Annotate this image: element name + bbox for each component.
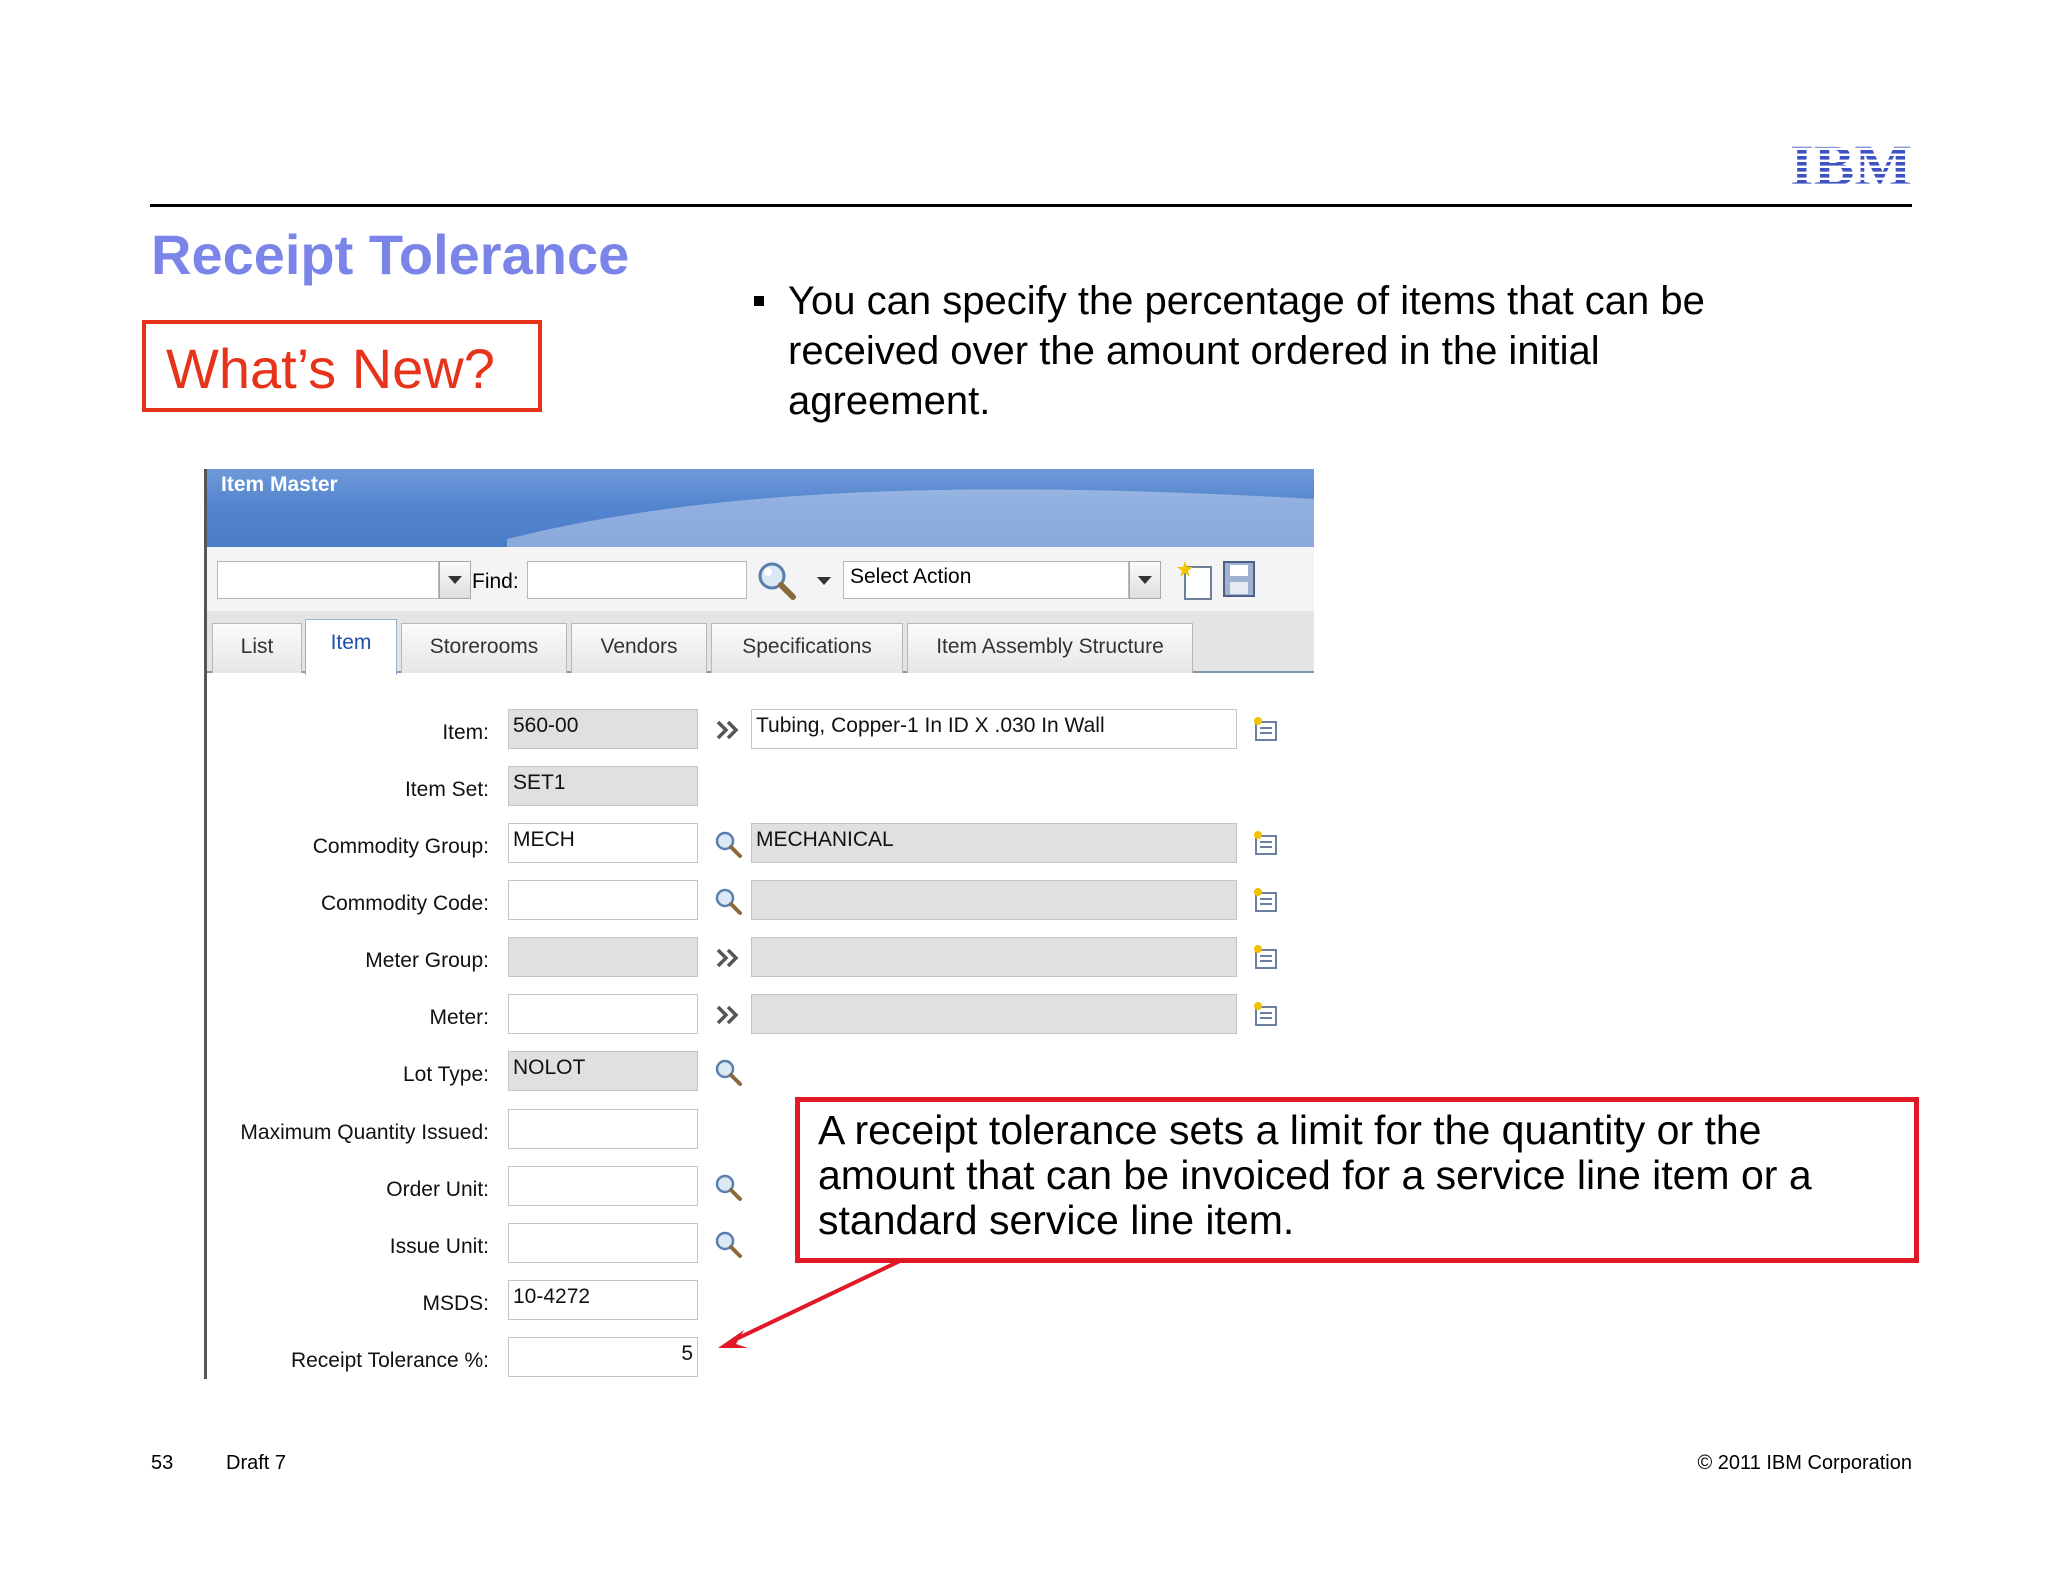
select-action-dropdown[interactable]: Select Action bbox=[843, 561, 1129, 599]
commodity-code-field[interactable] bbox=[508, 880, 698, 920]
maximum-quantity-issued-label: Maximum Quantity Issued: bbox=[240, 1121, 489, 1144]
new-record-icon[interactable] bbox=[1175, 557, 1215, 601]
tab-specifications[interactable]: Specifications bbox=[711, 623, 903, 673]
action-dropdown-arrow-icon[interactable] bbox=[817, 577, 831, 585]
meter-label: Meter: bbox=[429, 1006, 489, 1029]
slide-title: Receipt Tolerance bbox=[151, 223, 630, 286]
detail-menu-icon[interactable] bbox=[1251, 886, 1281, 916]
order-unit-field[interactable] bbox=[508, 1166, 698, 1206]
detail-menu-icon[interactable] bbox=[1251, 715, 1281, 745]
tab-item-assembly-structure[interactable]: Item Assembly Structure bbox=[907, 623, 1193, 673]
select-action-dropdown-button[interactable] bbox=[1129, 561, 1161, 599]
meter-group-field[interactable] bbox=[508, 937, 698, 977]
search-icon[interactable] bbox=[713, 1172, 743, 1202]
bullet-text: You can specify the percentage of items … bbox=[788, 279, 1705, 423]
double-chevron-right-icon[interactable] bbox=[713, 1000, 743, 1030]
callout-arrow bbox=[718, 1258, 903, 1348]
tab-vendors[interactable]: Vendors bbox=[571, 623, 707, 673]
toolbar: Find: Select Action bbox=[207, 547, 1314, 611]
double-chevron-right-icon[interactable] bbox=[713, 715, 743, 745]
lot-type-field[interactable]: NOLOT bbox=[508, 1051, 698, 1091]
window-banner: Item Master bbox=[207, 469, 1314, 547]
find-input[interactable] bbox=[527, 561, 747, 599]
copyright: © 2011 IBM Corporation bbox=[1697, 1452, 1912, 1474]
meter-description-field[interactable] bbox=[751, 994, 1237, 1034]
banner-swoosh-decoration bbox=[507, 489, 1314, 547]
meter-group-description-field[interactable] bbox=[751, 937, 1237, 977]
item-label: Item: bbox=[442, 721, 489, 744]
chevron-down-icon bbox=[1138, 576, 1152, 584]
tab-item[interactable]: Item bbox=[305, 619, 397, 675]
meter-group-label: Meter Group: bbox=[365, 949, 489, 972]
item-field[interactable]: 560-00 bbox=[508, 709, 698, 749]
chevron-down-icon bbox=[448, 576, 462, 584]
search-icon[interactable] bbox=[755, 559, 799, 603]
item-set-label: Item Set: bbox=[404, 778, 489, 801]
order-unit-label: Order Unit: bbox=[386, 1178, 489, 1201]
ibm-logo: IBM bbox=[1790, 138, 1912, 190]
callout-box: A receipt tolerance sets a limit for the… bbox=[795, 1097, 1919, 1263]
callout-text: A receipt tolerance sets a limit for the… bbox=[818, 1107, 1812, 1243]
msds-field[interactable]: 10-4272 bbox=[508, 1280, 698, 1320]
find-label: Find: bbox=[472, 570, 519, 593]
item-description-field[interactable]: Tubing, Copper-1 In ID X .030 In Wall bbox=[751, 709, 1237, 749]
window-title: Item Master bbox=[221, 473, 338, 496]
save-icon[interactable] bbox=[1221, 559, 1257, 599]
tab-storerooms[interactable]: Storerooms bbox=[401, 623, 567, 673]
svg-text:IBM: IBM bbox=[1790, 138, 1912, 190]
header-rule bbox=[150, 204, 1912, 207]
search-icon[interactable] bbox=[713, 886, 743, 916]
receipt-tolerance-field[interactable]: 5 bbox=[508, 1337, 698, 1377]
commodity-code-description-field[interactable] bbox=[751, 880, 1237, 920]
detail-menu-icon[interactable] bbox=[1251, 943, 1281, 973]
bullet-square-icon bbox=[754, 296, 764, 306]
detail-menu-icon[interactable] bbox=[1251, 829, 1281, 859]
receipt-tolerance-label: Receipt Tolerance %: bbox=[290, 1349, 489, 1372]
commodity-code-label: Commodity Code: bbox=[320, 892, 489, 915]
whats-new-box: What’s New? bbox=[142, 320, 542, 412]
lot-type-label: Lot Type: bbox=[402, 1063, 489, 1086]
item-set-field[interactable]: SET1 bbox=[508, 766, 698, 806]
filter-dropdown-button[interactable] bbox=[439, 561, 471, 599]
maximum-quantity-issued-field[interactable] bbox=[508, 1109, 698, 1149]
detail-menu-icon[interactable] bbox=[1251, 1000, 1281, 1030]
search-icon[interactable] bbox=[713, 1057, 743, 1087]
double-chevron-right-icon[interactable] bbox=[713, 943, 743, 973]
search-icon[interactable] bbox=[713, 829, 743, 859]
issue-unit-field[interactable] bbox=[508, 1223, 698, 1263]
page-number: 53 bbox=[151, 1452, 174, 1474]
tab-list[interactable]: List bbox=[212, 623, 302, 673]
select-action-value: Select Action bbox=[850, 565, 972, 588]
issue-unit-label: Issue Unit: bbox=[389, 1235, 489, 1258]
commodity-group-description-field[interactable]: MECHANICAL bbox=[751, 823, 1237, 863]
draft-label: Draft 7 bbox=[226, 1452, 287, 1474]
commodity-group-field[interactable]: MECH bbox=[508, 823, 698, 863]
tab-bar: List Item Storerooms Vendors Specificati… bbox=[207, 611, 1314, 675]
filter-select[interactable] bbox=[217, 561, 439, 599]
msds-label: MSDS: bbox=[422, 1292, 489, 1315]
commodity-group-label: Commodity Group: bbox=[312, 835, 489, 858]
whats-new-label: What’s New? bbox=[166, 337, 495, 400]
meter-field[interactable] bbox=[508, 994, 698, 1034]
